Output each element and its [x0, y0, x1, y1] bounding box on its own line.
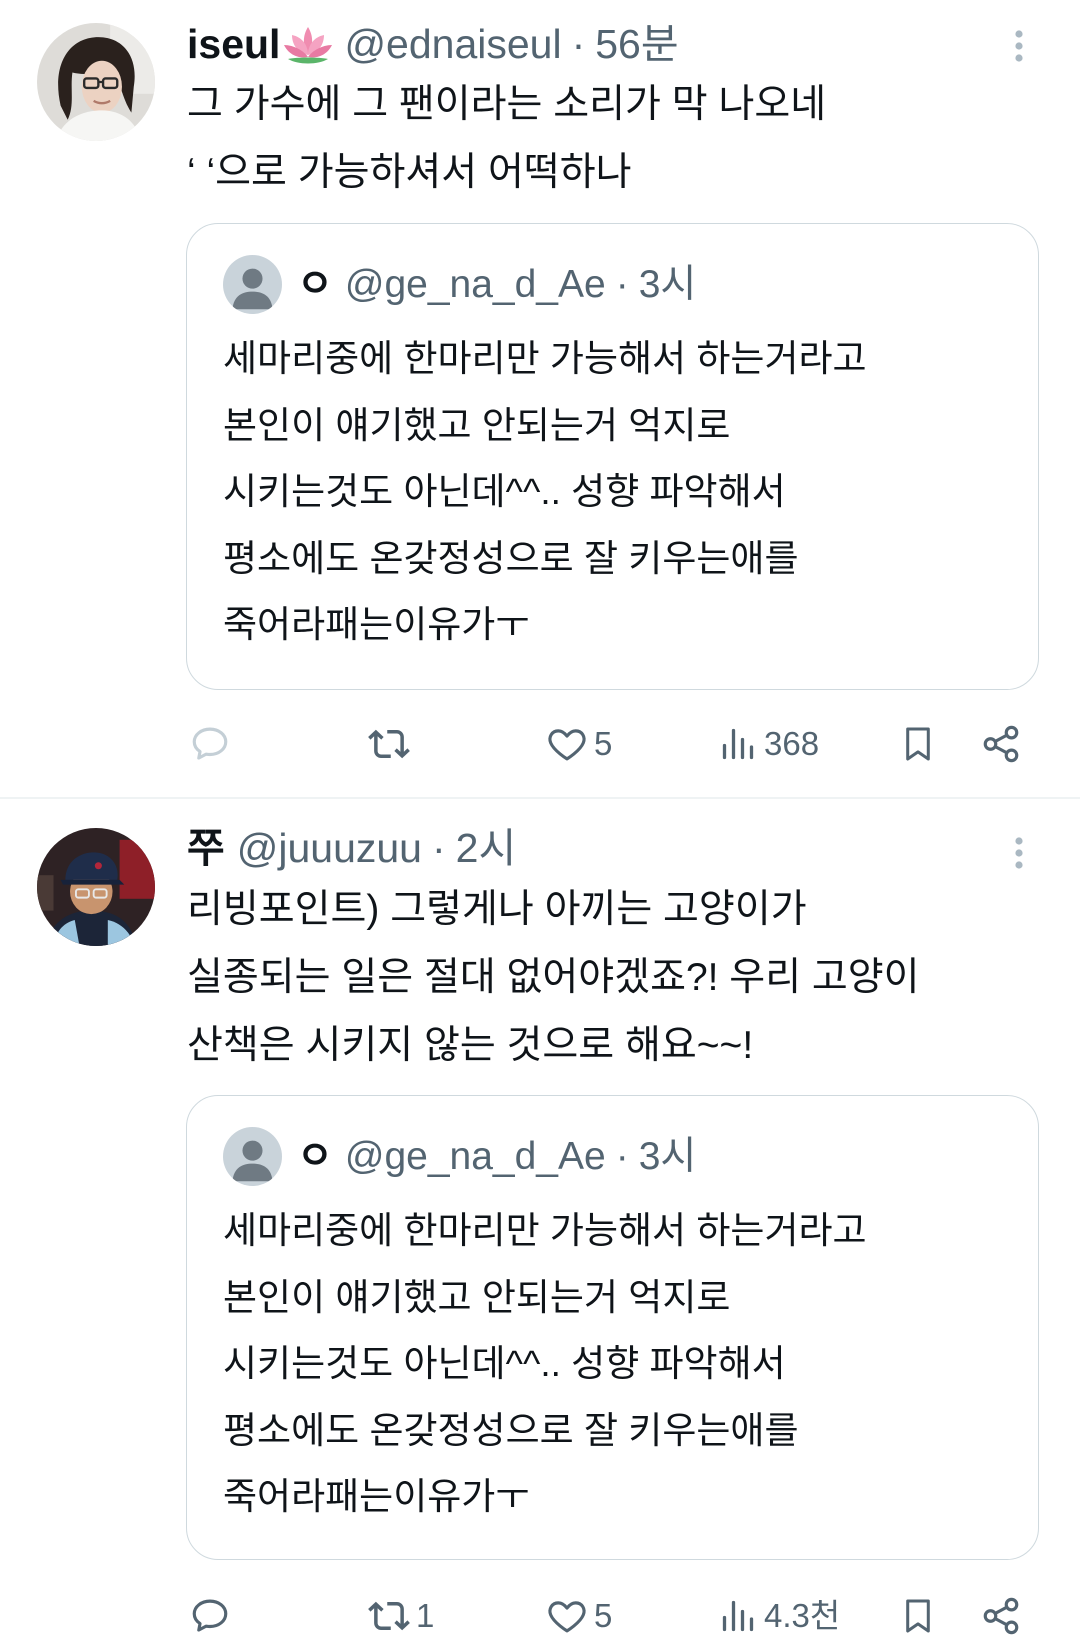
reply-button[interactable] [189, 723, 231, 765]
more-vertical-icon[interactable] [1013, 836, 1025, 870]
user-handle[interactable]: @juuuzuu [237, 820, 422, 876]
quoted-text-line: 본인이 얘기했고 안되는거 억지로 [223, 404, 731, 446]
display-name[interactable]: ㅇ [297, 1127, 333, 1187]
default-profile-icon [223, 255, 282, 314]
views-button[interactable] [720, 1595, 756, 1637]
timestamp[interactable]: 3시 [639, 255, 697, 315]
views-button[interactable] [720, 723, 756, 765]
heart-icon [548, 1601, 586, 1633]
tweet-text: 리빙포인트) 그렇게나 아끼는 고양이가 실종되는 일은 절대 없어야겠죠?! … [187, 876, 920, 1080]
views-count: 4.3천 [764, 1597, 841, 1634]
quoted-text-line: 죽어라패는이유가ㅜ [223, 604, 530, 645]
avatar[interactable] [223, 255, 282, 314]
separator: · [571, 21, 586, 67]
separator: · [615, 1135, 629, 1178]
bookmark-icon [906, 727, 930, 761]
retweet-icon [368, 729, 410, 759]
default-profile-icon [223, 1127, 282, 1186]
share-icon [983, 1597, 1019, 1635]
quoted-tweet-header: ㅇ @ge_na_d_Ae · 3시 [297, 1127, 696, 1187]
tweet-text-line: 그 가수에 그 팬이라는 소리가 막 나오네 [187, 83, 827, 126]
display-name[interactable]: 쭈 [187, 820, 225, 876]
like-count: 5 [594, 1597, 613, 1634]
retweet-button[interactable] [366, 723, 412, 765]
tweet-text-line: 실종되는 일은 절대 없어야겠죠?! 우리 고양이 [187, 956, 920, 999]
reply-icon [192, 1599, 228, 1632]
share-button[interactable] [980, 1595, 1022, 1637]
more-vertical-icon[interactable] [1013, 29, 1025, 63]
avatar[interactable] [223, 1127, 282, 1186]
user-handle[interactable]: @ge_na_d_Ae [345, 255, 606, 315]
tweet-header: iseul @ednaiseul · 56분 [187, 16, 679, 72]
quoted-text-line: 본인이 얘기했고 안되는거 억지로 [223, 1276, 731, 1318]
views-chart-icon [722, 1600, 754, 1632]
quoted-tweet[interactable]: ㅇ @ge_na_d_Ae · 3시 세마리중에 한마리만 가능해서 하는거라고… [186, 223, 1039, 690]
retweet-button[interactable] [366, 1595, 412, 1637]
display-name[interactable]: iseul [187, 16, 280, 72]
timestamp[interactable]: 56분 [595, 16, 678, 72]
quoted-text-line: 평소에도 온갖정성으로 잘 키우는애를 [223, 537, 799, 579]
tweet-text-line: ‘ ‘으로 가능하셔서 어떡하나 [187, 151, 632, 194]
timestamp[interactable]: 2시 [456, 820, 517, 876]
quoted-text-line: 평소에도 온갖정성으로 잘 키우는애를 [223, 1409, 799, 1451]
user-handle[interactable]: @ednaiseul [344, 16, 561, 72]
quoted-text-line: 죽어라패는이유가ㅜ [223, 1476, 530, 1517]
views-chart-icon [722, 728, 754, 760]
heart-icon [548, 729, 586, 761]
views-count: 368 [764, 725, 820, 762]
share-icon [983, 725, 1019, 763]
retweet-count: 1 [416, 1597, 435, 1634]
quoted-text-line: 세마리중에 한마리만 가능해서 하는거라고 [223, 1210, 867, 1251]
quoted-tweet[interactable]: ㅇ @ge_na_d_Ae · 3시 세마리중에 한마리만 가능해서 하는거라고… [186, 1095, 1039, 1560]
quoted-text-line: 세마리중에 한마리만 가능해서 하는거라고 [223, 338, 867, 379]
tweet-text-line: 산책은 시키지 않는 것으로 해요~~! [187, 1024, 754, 1067]
avatar[interactable] [37, 828, 155, 946]
reply-icon [192, 727, 228, 760]
user-handle[interactable]: @ge_na_d_Ae [345, 1127, 606, 1187]
quoted-tweet-header: ㅇ @ge_na_d_Ae · 3시 [297, 255, 696, 315]
separator: · [615, 263, 629, 306]
lotus-emoji-icon [282, 21, 334, 67]
tweet-text-line: 리빙포인트) 그렇게나 아끼는 고양이가 [187, 888, 807, 931]
profile-photo-man-in-cap [37, 828, 155, 946]
quoted-text-line: 시키는것도 아닌데^^.. 성향 파악해서 [223, 1343, 786, 1384]
avatar[interactable] [37, 23, 155, 141]
profile-photo-woman-with-glasses [37, 23, 155, 141]
tweet-divider [0, 797, 1080, 799]
bookmark-icon [906, 1599, 930, 1633]
timestamp[interactable]: 3시 [639, 1127, 697, 1187]
share-button[interactable] [980, 723, 1022, 765]
like-button[interactable] [546, 723, 588, 765]
quoted-text-line: 시키는것도 아닌데^^.. 성향 파악해서 [223, 471, 786, 512]
reply-button[interactable] [189, 1595, 231, 1637]
bookmark-button[interactable] [899, 1595, 937, 1637]
quoted-tweet-text: 세마리중에 한마리만 가능해서 하는거라고 본인이 얘기했고 안되는거 억지로 … [223, 1198, 867, 1531]
tweet-text: 그 가수에 그 팬이라는 소리가 막 나오네 ‘ ‘으로 가능하셔서 어떡하나 [187, 71, 826, 207]
quoted-tweet-text: 세마리중에 한마리만 가능해서 하는거라고 본인이 얘기했고 안되는거 억지로 … [223, 326, 867, 659]
tweet-header: 쭈 @juuuzuu · 2시 [187, 820, 516, 876]
display-name[interactable]: ㅇ [297, 255, 333, 315]
separator: · [431, 825, 446, 871]
like-count: 5 [594, 725, 613, 762]
retweet-icon [368, 1601, 410, 1631]
bookmark-button[interactable] [899, 723, 937, 765]
like-button[interactable] [546, 1595, 588, 1637]
tweet-1[interactable]: iseul @ednaiseul · 56분 그 가수에 그 팬이라는 소리가 … [0, 0, 1080, 797]
